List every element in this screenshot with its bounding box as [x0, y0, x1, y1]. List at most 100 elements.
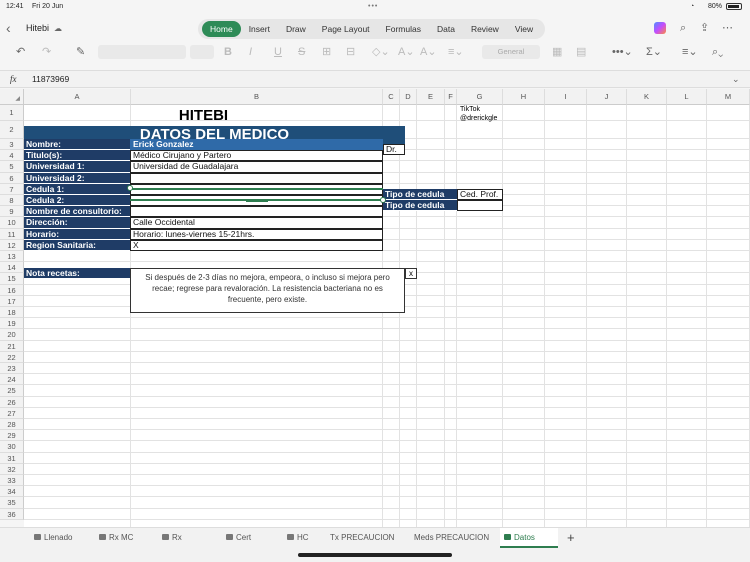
font-size-box[interactable]	[190, 45, 214, 59]
row-header-22[interactable]: 22	[0, 351, 24, 363]
sheet-tab-llenado[interactable]: Llenado	[30, 528, 90, 548]
document-title[interactable]: Hitebi	[26, 23, 49, 33]
row-header-6[interactable]: 6	[0, 172, 24, 184]
align-icon[interactable]: ≡⌄	[448, 46, 464, 58]
copilot-icon[interactable]	[654, 22, 666, 34]
column-header-j[interactable]: J	[587, 89, 627, 105]
cell-field-label[interactable]: Nombre:	[24, 139, 130, 151]
tab-draw[interactable]: Draw	[278, 21, 314, 37]
column-header-c[interactable]: C	[383, 89, 400, 105]
column-header-k[interactable]: K	[627, 89, 667, 105]
cell-field-label[interactable]: Region Sanitaria:	[24, 239, 130, 251]
row-header-31[interactable]: 31	[0, 452, 24, 464]
row-header-33[interactable]: 33	[0, 475, 24, 487]
cell-title[interactable]: HITEBI	[24, 105, 383, 126]
row-header-27[interactable]: 27	[0, 407, 24, 419]
multitask-dots-icon[interactable]: •••	[368, 3, 378, 10]
column-header-a[interactable]: A	[24, 89, 131, 105]
sheet-tab-hc[interactable]: HC	[283, 528, 323, 548]
cell-field-label[interactable]: Universidad 1:	[24, 161, 130, 173]
row-header-23[interactable]: 23	[0, 363, 24, 375]
row-header-21[interactable]: 21	[0, 340, 24, 352]
cell-field-value[interactable]	[130, 206, 383, 218]
row-header-3[interactable]: 3	[0, 139, 24, 151]
tab-page-layout[interactable]: Page Layout	[314, 21, 378, 37]
column-header-l[interactable]: L	[667, 89, 707, 105]
share-icon[interactable]: ⇪	[700, 22, 709, 34]
autosum-icon[interactable]: Σ⌄	[646, 46, 662, 58]
row-header-14[interactable]: 14	[0, 262, 24, 274]
cell-field-value[interactable]: Erick Gonzalez	[130, 139, 383, 151]
row-header-11[interactable]: 11	[0, 228, 24, 240]
column-header-i[interactable]: I	[545, 89, 587, 105]
row-header-36[interactable]: 36	[0, 508, 24, 520]
tab-data[interactable]: Data	[429, 21, 463, 37]
number-format-box[interactable]: General	[482, 45, 540, 59]
more-options-icon[interactable]: ⋯	[722, 22, 733, 34]
row-header-26[interactable]: 26	[0, 396, 24, 408]
font-color-icon[interactable]: A⌄	[398, 46, 415, 58]
sheet-tab-datos[interactable]: Datos	[500, 528, 558, 548]
cell-field-label[interactable]: Titulo(s):	[24, 150, 130, 162]
text-highlight-icon[interactable]: A⌄	[420, 46, 437, 58]
redo-icon[interactable]: ↷	[42, 46, 51, 58]
spreadsheet-grid[interactable]: HITEBI TikTok @drerickgle DATOS DEL MEDI…	[24, 105, 750, 527]
undo-icon[interactable]: ↶	[16, 46, 25, 58]
row-header-18[interactable]: 18	[0, 307, 24, 319]
column-header-b[interactable]: B	[131, 89, 383, 105]
formula-input[interactable]: 11873969	[32, 74, 69, 84]
cell-field-value[interactable]: Calle Occidental	[130, 217, 383, 229]
column-header-m[interactable]: M	[707, 89, 750, 105]
tab-review[interactable]: Review	[463, 21, 507, 37]
bold-icon[interactable]: B	[224, 46, 232, 58]
cell-tipo-cedula-1-value[interactable]: Ced. Prof.	[457, 189, 503, 200]
row-header-5[interactable]: 5	[0, 161, 24, 173]
row-header-12[interactable]: 12	[0, 239, 24, 251]
fill-color-icon[interactable]: ◇⌄	[372, 46, 390, 58]
cell-tiktok-handle[interactable]: @drerickgle	[458, 114, 522, 123]
nota-textbox[interactable]: Si después de 2-3 días no mejora, empeor…	[130, 268, 405, 313]
add-sheet-button[interactable]: +	[567, 528, 575, 548]
column-header-f[interactable]: F	[445, 89, 457, 105]
tab-insert[interactable]: Insert	[241, 21, 278, 37]
more-tools-icon[interactable]: •••⌄	[612, 46, 633, 58]
cell-field-label[interactable]: Horario:	[24, 228, 130, 240]
row-header-29[interactable]: 29	[0, 430, 24, 442]
back-chevron-icon[interactable]: ‹	[6, 21, 11, 35]
sheet-tab-rx-mc[interactable]: Rx MC	[95, 528, 155, 548]
font-name-box[interactable]	[98, 45, 186, 59]
strikethrough-icon[interactable]: S	[298, 46, 305, 58]
cell-field-label[interactable]: Nombre de consultorio:	[24, 206, 130, 218]
sheet-tab-meds-precaucion[interactable]: Meds PRECAUCION	[410, 528, 496, 548]
row-header-13[interactable]: 13	[0, 251, 24, 263]
find-icon[interactable]: ⌕⌄	[712, 46, 723, 58]
cell-field-label[interactable]: Cedula 1:	[24, 183, 130, 195]
selection-grip[interactable]	[246, 200, 268, 202]
row-header-9[interactable]: 9	[0, 206, 24, 218]
sheet-tab-rx[interactable]: Rx	[158, 528, 218, 548]
note-close-button[interactable]: x	[405, 268, 417, 279]
expand-formula-chevron-icon[interactable]: ⌄	[732, 73, 740, 85]
merge-icon[interactable]: ⊟	[346, 46, 355, 58]
column-header-h[interactable]: H	[503, 89, 545, 105]
cell-field-label[interactable]: Cedula 2:	[24, 195, 130, 207]
selection-handle-start[interactable]	[127, 185, 133, 191]
select-all-corner[interactable]: ◢	[0, 89, 24, 105]
row-header-30[interactable]: 30	[0, 441, 24, 453]
row-header-19[interactable]: 19	[0, 318, 24, 330]
cell-field-value[interactable]	[130, 172, 383, 184]
cell-field-value[interactable]: Universidad de Guadalajara	[130, 161, 383, 173]
row-header-16[interactable]: 16	[0, 284, 24, 296]
cell-tiktok-label[interactable]: TikTok	[458, 105, 522, 114]
insert-cells-icon[interactable]: ▦	[552, 46, 562, 58]
italic-icon[interactable]: I	[249, 46, 252, 58]
selection-handle-end[interactable]	[380, 197, 386, 203]
cell-nota-label[interactable]: Nota recetas:	[24, 268, 130, 279]
row-header-8[interactable]: 8	[0, 195, 24, 207]
sheet-tab-tx-precaucion[interactable]: Tx PRECAUCION	[326, 528, 406, 548]
row-header-4[interactable]: 4	[0, 150, 24, 162]
row-header-1[interactable]: 1	[0, 105, 24, 121]
search-icon[interactable]: ⌕	[680, 22, 686, 34]
delete-cells-icon[interactable]: ▤	[576, 46, 586, 58]
row-header-34[interactable]: 34	[0, 486, 24, 498]
